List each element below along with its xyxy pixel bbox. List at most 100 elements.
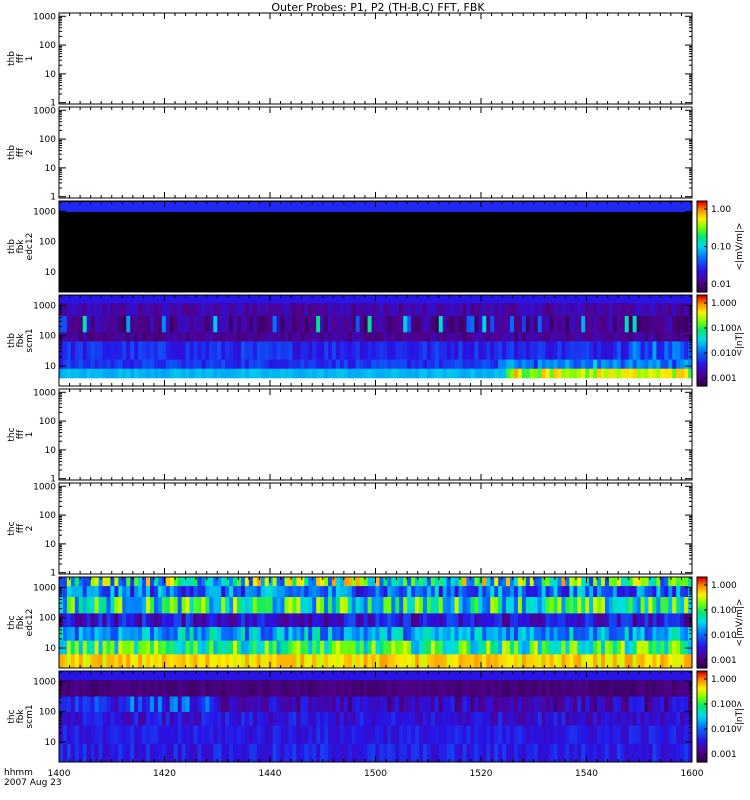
spectrogram-cell	[142, 359, 147, 370]
spectrogram-cell	[201, 654, 206, 669]
spectrogram-cell	[462, 711, 467, 727]
spectrogram-cell	[375, 332, 380, 342]
spectrogram-cell	[517, 577, 523, 587]
spectrogram-cell	[237, 640, 242, 655]
spectrogram-cell	[304, 359, 309, 370]
spectrogram-cell	[430, 359, 436, 370]
spectrogram-cell	[244, 627, 250, 642]
spectrogram-cell	[648, 711, 653, 727]
spectrogram-cell	[367, 332, 373, 342]
spectrogram-cell	[430, 627, 436, 642]
spectrogram-cell	[601, 303, 606, 317]
spectrogram-cell	[458, 341, 464, 361]
spectrogram-cell	[347, 359, 353, 370]
spectrogram-cell	[589, 743, 594, 763]
spectrogram-cell	[149, 586, 155, 598]
spectrogram-cell	[553, 654, 558, 669]
panel-thb-fbk-edc12-colorbar: 1.000.100.01<|mV/m|>	[696, 200, 745, 293]
spectrogram-cell	[454, 597, 460, 614]
spectrogram-cell	[545, 315, 551, 333]
spectrogram-cell	[173, 586, 179, 598]
spectrogram-cell	[138, 586, 143, 598]
spectrogram-cell	[205, 743, 210, 763]
spectrogram-cell	[419, 627, 424, 642]
spectrogram-cell	[636, 368, 642, 379]
spectrogram-cell	[217, 696, 222, 713]
spectrogram-cell	[466, 613, 471, 628]
spectrogram-cell	[371, 303, 376, 317]
spectrogram-cell	[462, 671, 467, 681]
spectrogram-cell	[426, 696, 432, 713]
spectrogram-cell	[549, 586, 555, 598]
spectrogram-cell	[672, 671, 677, 681]
spectrogram-cell	[213, 586, 218, 598]
colorbar-label-text: <|nT|>	[735, 700, 745, 732]
spectrogram-cell	[248, 315, 254, 333]
spectrogram-cell	[383, 341, 388, 361]
spectrogram-cell	[569, 711, 574, 727]
spectrogram-cell	[328, 711, 333, 727]
spectrogram-cell	[375, 711, 380, 727]
spectrogram-cell	[403, 725, 408, 745]
spectrogram-cell	[86, 597, 92, 614]
spectrogram-cell	[533, 341, 539, 361]
spectrogram-cell	[438, 586, 444, 598]
spectrogram-cell	[177, 586, 183, 598]
spectrogram-cell	[383, 627, 388, 642]
spectrogram-cell	[248, 332, 254, 342]
spectrogram-cell	[316, 743, 321, 763]
spectrogram-cell	[363, 341, 369, 361]
spectrogram-cell	[233, 640, 238, 655]
y-tick-label: 100	[39, 238, 56, 248]
spectrogram-cell	[74, 368, 80, 379]
spectrogram-cell	[292, 586, 297, 598]
spectrogram-cell	[415, 359, 420, 370]
spectrogram-cell	[478, 303, 483, 317]
spectrogram-cell	[395, 654, 400, 669]
spectrogram-cell	[205, 613, 210, 628]
spectrogram-cell	[474, 680, 479, 697]
spectrogram-cell	[233, 654, 238, 669]
spectrogram-cell	[284, 711, 289, 727]
spectrogram-cell	[399, 671, 404, 681]
spectrogram-cell	[292, 597, 297, 614]
spectrogram-cell	[644, 711, 649, 727]
spectrogram-cell	[244, 341, 250, 361]
spectrogram-cell	[664, 671, 669, 681]
spectrogram-cell	[126, 654, 131, 669]
spectrogram-cell	[407, 332, 412, 342]
spectrogram-cell	[339, 341, 345, 361]
spectrogram-cell	[193, 368, 198, 379]
spectrogram-cell	[434, 586, 440, 598]
spectrogram-cell	[70, 359, 76, 370]
spectrogram-cell	[601, 711, 606, 727]
spectrogram-cell	[676, 303, 681, 317]
spectrogram-cell	[343, 295, 349, 304]
spectrogram-cell	[442, 725, 448, 745]
spectrogram-cell	[684, 368, 689, 379]
spectrogram-cell	[482, 341, 487, 361]
spectrogram-cell	[616, 654, 622, 669]
spectrogram-cell	[597, 696, 602, 713]
spectrogram-cell	[252, 586, 258, 598]
spectrogram-cell	[185, 597, 191, 614]
spectrogram-cell	[130, 315, 135, 333]
spectrogram-cell	[616, 303, 622, 317]
spectrogram-cell	[146, 586, 151, 598]
spectrogram-cell	[565, 586, 570, 598]
spectrogram-cell	[525, 368, 531, 379]
spectrogram-cell	[525, 725, 531, 745]
colorbar-label: <|mV/m|>	[735, 223, 745, 271]
spectrogram-cell	[146, 627, 151, 642]
spectrogram-cell	[450, 586, 456, 598]
spectrogram-cell	[486, 315, 491, 333]
spectrogram-cell	[233, 359, 238, 370]
spectrogram-cell	[529, 640, 535, 655]
spectrogram-cell	[205, 627, 210, 642]
spectrogram-cell	[114, 359, 119, 370]
spectrogram-cell	[395, 295, 400, 304]
spectrogram-cell	[597, 743, 602, 763]
spectrogram-cell	[268, 341, 274, 361]
spectrogram-cell	[264, 711, 270, 727]
spectrogram-cell	[134, 671, 139, 681]
